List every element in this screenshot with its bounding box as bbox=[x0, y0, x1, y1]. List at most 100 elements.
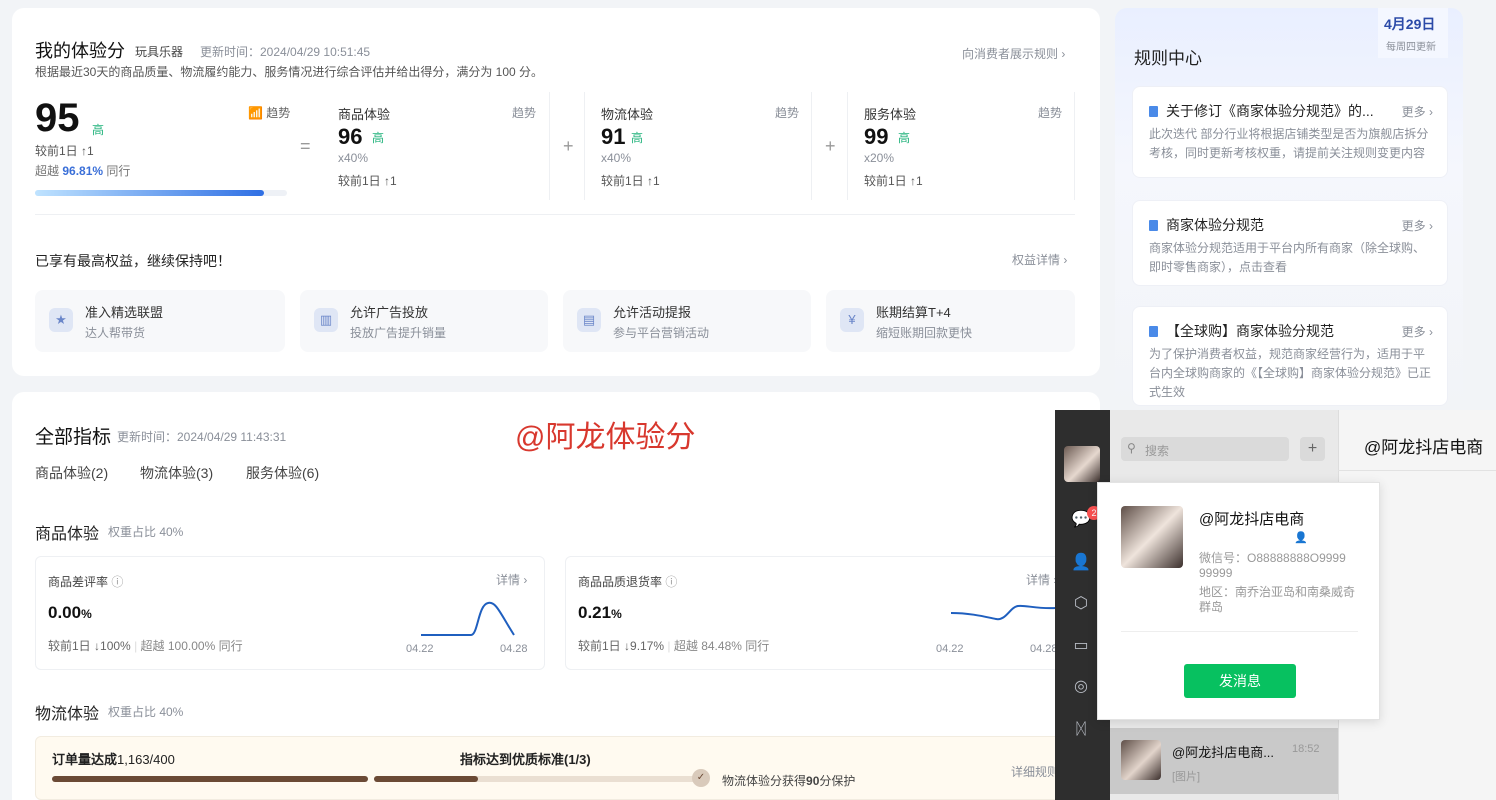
rule-more-link[interactable]: 更多 › bbox=[1402, 103, 1433, 120]
search-icon: ⚲ bbox=[1127, 441, 1136, 455]
order-volume-label: 订单量达成 bbox=[52, 752, 118, 767]
benefit-item: ▥ 允许广告投放 投放广告提升销量 bbox=[300, 290, 548, 352]
consumer-rules-link[interactable]: 向消费者展示规则 › bbox=[962, 45, 1065, 62]
sub-score-value: 91 bbox=[601, 124, 626, 149]
sub-score-trend-link[interactable]: 趋势 bbox=[775, 104, 799, 121]
logistics-section-title: 物流体验 bbox=[35, 706, 100, 723]
gender-icon: 👤 bbox=[1294, 532, 1308, 544]
tab-logistics[interactable]: 物流体验(3) bbox=[140, 463, 213, 483]
box-icon[interactable]: ⬡ bbox=[1071, 594, 1091, 614]
rule-item-title: 关于修订《商家体验分规范》的... bbox=[1149, 101, 1379, 121]
add-button[interactable]: + bbox=[1300, 437, 1325, 461]
metric-title: 商品品质退货率 ⓘ bbox=[578, 573, 677, 590]
chat-list-item[interactable]: @阿龙抖店电商... 18:52 [图片] bbox=[1110, 728, 1338, 794]
benefit-title: 准入精选联盟 bbox=[85, 305, 164, 320]
compare-label: 较前1日 bbox=[864, 174, 907, 188]
chevron-right-icon: › bbox=[1061, 47, 1066, 61]
benefits-details-label: 权益详情 bbox=[1012, 253, 1061, 267]
rule-item[interactable]: 【全球购】商家体验分规范 更多 › 为了保护消费者权益，规范商家经营行为，适用于… bbox=[1132, 306, 1448, 406]
search-input[interactable]: ⚲ 搜索 bbox=[1121, 437, 1289, 461]
chat-preview: [图片] bbox=[1172, 771, 1201, 783]
benefit-subtitle: 投放广告提升销量 bbox=[350, 326, 447, 340]
folder-icon[interactable]: ▭ bbox=[1071, 636, 1091, 656]
sub-score-compare: 较前1日 ↑1 bbox=[338, 172, 397, 189]
metric-detail-label: 详情 bbox=[1026, 573, 1051, 587]
sub-score-trend-link[interactable]: 趋势 bbox=[1038, 104, 1062, 121]
equals-sign: = bbox=[300, 136, 311, 156]
metric-detail-link[interactable]: 详情 › bbox=[496, 571, 527, 588]
sub-score-value: 99 bbox=[864, 124, 889, 149]
sub-score-title: 商品体验 bbox=[338, 107, 391, 122]
rule-item-title: 【全球购】商家体验分规范 bbox=[1149, 321, 1379, 341]
compare-value: 1 bbox=[390, 174, 397, 188]
benefits-title: 已享有最高权益，继续保持吧！ bbox=[35, 253, 231, 269]
metric-detail-label: 详情 bbox=[496, 573, 521, 587]
metric-value-number: 0.00 bbox=[48, 603, 82, 622]
tab-service[interactable]: 服务体验(6) bbox=[246, 463, 319, 483]
sub-score-trend-link[interactable]: 趋势 bbox=[512, 104, 536, 121]
benefit-title: 允许活动提报 bbox=[613, 305, 692, 320]
compare-label: 较前1日 bbox=[35, 144, 78, 158]
help-icon[interactable]: ⓘ bbox=[665, 575, 677, 589]
sub-score-logistics[interactable]: 物流体验 趋势 91 高 x40% 较前1日 ↑1 bbox=[584, 92, 812, 200]
protection-suffix: 分保护 bbox=[819, 774, 856, 788]
chevron-right-icon: › bbox=[1063, 253, 1068, 267]
beat-suffix: 同行 bbox=[106, 164, 131, 178]
category-label: 玩具乐器 bbox=[135, 45, 184, 59]
trend-label: 趋势 bbox=[266, 106, 291, 120]
total-score: 95 bbox=[35, 96, 80, 140]
sub-score-service[interactable]: 服务体验 趋势 99 高 x20% 较前1日 ↑1 bbox=[847, 92, 1075, 200]
rule-center-date: 4月29日 bbox=[1384, 16, 1436, 32]
plus-sign: + bbox=[825, 136, 836, 156]
sub-score-product[interactable]: 商品体验 趋势 96 高 x40% 较前1日 ↑1 bbox=[322, 92, 550, 200]
benefit-item: ★ 准入精选联盟 达人帮带货 bbox=[35, 290, 285, 352]
metric-value-unit: % bbox=[81, 607, 92, 621]
mini-program-icon[interactable]: ᛞ bbox=[1071, 720, 1091, 740]
profile-wechat-id: 微信号：O88888888O9999 99999 bbox=[1199, 551, 1359, 581]
tab-product[interactable]: 商品体验(2) bbox=[35, 463, 108, 483]
total-level-badge: 高 bbox=[92, 123, 105, 137]
metric-title: 商品差评率 ⓘ bbox=[48, 573, 123, 590]
score-progress-bar bbox=[35, 190, 287, 196]
metric-title-text: 商品差评率 bbox=[48, 575, 109, 589]
logistics-section-weight: 权重占比 40% bbox=[108, 705, 184, 719]
rule-item[interactable]: 商家体验分规范 更多 › 商家体验分规范适用于平台内所有商家（除全球购、即时零售… bbox=[1132, 200, 1448, 286]
document-icon bbox=[1149, 326, 1158, 337]
sub-score-title: 物流体验 bbox=[601, 107, 654, 122]
progress-segment-2 bbox=[374, 776, 700, 782]
order-volume-value: 1,163/400 bbox=[117, 752, 175, 767]
compare-value: 9.17% bbox=[630, 639, 665, 653]
sub-score-level: 高 bbox=[372, 131, 385, 145]
document-icon bbox=[1149, 220, 1158, 231]
beat-value: 96.81% bbox=[62, 164, 104, 178]
document-icon bbox=[1149, 106, 1158, 117]
sub-score-weight: x20% bbox=[864, 151, 895, 165]
sub-score-weight: x40% bbox=[601, 151, 632, 165]
chevron-right-icon: › bbox=[523, 573, 528, 587]
detail-rules-link[interactable]: 详细规则 bbox=[1011, 763, 1059, 780]
benefit-title: 允许广告投放 bbox=[350, 305, 429, 320]
rule-more-link[interactable]: 更多 › bbox=[1402, 217, 1433, 234]
rule-more-link[interactable]: 更多 › bbox=[1402, 323, 1433, 340]
x-axis-end: 04.28 bbox=[1030, 643, 1058, 655]
benefit-subtitle: 达人帮带货 bbox=[85, 326, 146, 340]
rule-item[interactable]: 关于修订《商家体验分规范》的... 更多 › 此次迭代 部分行业将根据店铺类型是… bbox=[1132, 86, 1448, 178]
beat-prefix: 超越 bbox=[35, 164, 60, 178]
sub-score-weight: x40% bbox=[338, 151, 369, 165]
contacts-icon[interactable]: 👤 bbox=[1071, 553, 1091, 573]
metric-detail-link[interactable]: 详情 › bbox=[1026, 571, 1057, 588]
rule-item-title-text: 【全球购】商家体验分规范 bbox=[1166, 323, 1334, 339]
benefit-subtitle: 缩短账期回款更快 bbox=[876, 326, 973, 340]
compare-label: 较前1日 bbox=[48, 639, 91, 653]
send-message-button[interactable]: 发消息 bbox=[1184, 664, 1296, 698]
user-avatar[interactable] bbox=[1064, 446, 1100, 482]
metric-beat: 超越 84.48% 同行 bbox=[673, 639, 770, 653]
help-icon[interactable]: ⓘ bbox=[111, 575, 123, 589]
benefits-details-link[interactable]: 权益详情 › bbox=[1012, 251, 1067, 268]
wallet-icon: ¥ bbox=[840, 308, 864, 332]
moments-icon[interactable]: ◎ bbox=[1071, 677, 1091, 697]
logistics-protection-banner: 订单量达成1,163/400 指标达到优质标准(1/3) ✓ 物流体验分获得90… bbox=[35, 736, 1075, 800]
search-placeholder: 搜索 bbox=[1145, 444, 1170, 458]
page-title: 我的体验分 bbox=[35, 41, 125, 61]
total-trend-link[interactable]: 📶 趋势 bbox=[248, 104, 290, 121]
